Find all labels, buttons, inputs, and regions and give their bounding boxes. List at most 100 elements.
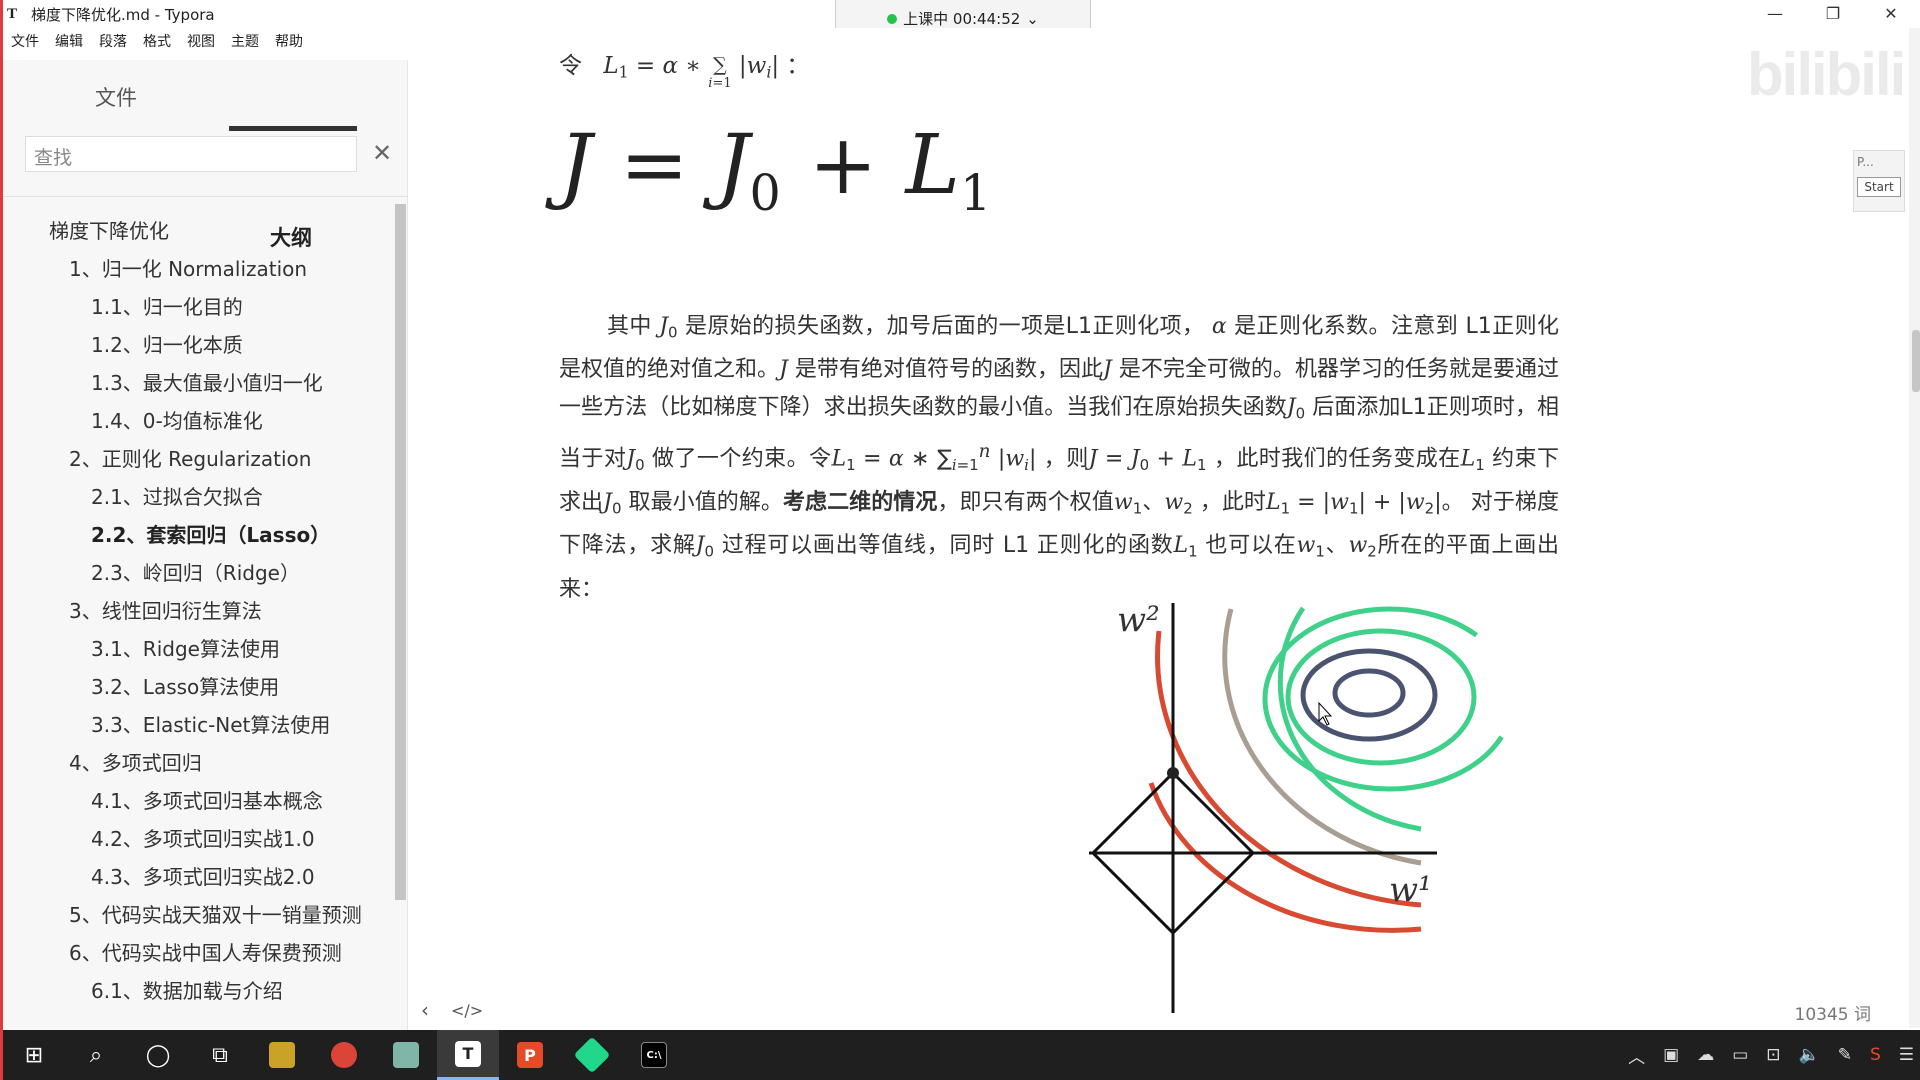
outline-item[interactable]: 1.4、0-均值标准化 <box>3 402 393 440</box>
outline-item[interactable]: 4.2、多项式回归实战1.0 <box>3 820 393 858</box>
para-text: ，此时我们的任务变成在 <box>1213 446 1461 472</box>
cortana-icon[interactable]: ◯ <box>127 1030 189 1080</box>
search-icon[interactable]: ⌕ <box>65 1030 127 1080</box>
typora-taskbar-icon[interactable]: T <box>437 1030 499 1080</box>
battery-icon[interactable]: ▭ <box>1723 1045 1757 1065</box>
x-axis-label: w¹ <box>1389 870 1432 910</box>
menu-paragraph[interactable]: 段落 <box>91 30 135 54</box>
tab-files[interactable]: 文件 <box>95 82 137 112</box>
outline-item[interactable]: 1.1、归一化目的 <box>3 288 393 326</box>
chrome-icon[interactable] <box>313 1030 375 1080</box>
timer-label: 上课中 00:44:52 <box>903 10 1021 28</box>
start-button[interactable]: Start <box>1857 177 1901 197</box>
para-text: ，即只有两个权值 <box>937 489 1114 515</box>
sidebar-tabs: 文件 大纲 <box>3 70 408 250</box>
notifications-icon[interactable]: ☰ <box>1890 1045 1920 1065</box>
windows-taskbar: ⊞ ⌕ ◯ ⧉ T P C:\ ︿ ▣ ☁ ▭ ⊡ 🔈 ✎ S ☰ <box>3 1030 1920 1080</box>
paint-app-icon[interactable] <box>375 1030 437 1080</box>
menu-file[interactable]: 文件 <box>3 30 47 54</box>
minimize-icon[interactable]: — <box>1746 0 1804 28</box>
ime-icon[interactable]: S <box>1861 1045 1890 1065</box>
window-controls: — ❐ ✕ <box>1746 0 1920 28</box>
top-formula: 令 L1 = α ∗ ∑ i=1 |wi| ： <box>559 46 809 92</box>
outline-item[interactable]: 1.3、最大值最小值归一化 <box>3 364 393 402</box>
sidebar: 文件 大纲 查找 ✕ 梯度下降优化 1、归一化 Normalization 1.1、… <box>3 60 408 1030</box>
outline-item[interactable]: 3.2、Lasso算法使用 <box>3 668 393 706</box>
menu-view[interactable]: 视图 <box>179 30 223 54</box>
word-count[interactable]: 10345 词 <box>1795 1000 1871 1025</box>
para-text: 是带有绝对值符号的函数，因此 <box>794 357 1103 383</box>
formula-suffix: ： <box>786 53 810 79</box>
outline-item[interactable]: 4.1、多项式回归基本概念 <box>3 782 393 820</box>
close-icon[interactable]: ✕ <box>369 136 395 172</box>
menu-format[interactable]: 格式 <box>135 30 179 54</box>
outline-item[interactable]: 1.2、归一化本质 <box>3 326 393 364</box>
mouse-cursor-icon <box>1318 701 1333 726</box>
para-text: 过程可以画出等值线，同时 L1 正则化的函数 <box>721 533 1174 559</box>
recording-widget: P... Start <box>1853 150 1905 212</box>
outline-item[interactable]: 1、归一化 Normalization <box>3 250 393 288</box>
outline-item[interactable]: 6.1、数据加载与介绍 <box>3 972 393 1010</box>
pen-icon[interactable]: ✎ <box>1829 1045 1861 1065</box>
contour-green-outer <box>1277 606 1422 832</box>
contour-navy-inner <box>1332 668 1406 718</box>
menu-edit[interactable]: 编辑 <box>47 30 91 54</box>
tray-app-icon[interactable]: ▣ <box>1654 1045 1688 1065</box>
l1-contour-figure: w² w¹ <box>1089 600 1509 1013</box>
outline-item[interactable]: 3.3、Elastic-Net算法使用 <box>3 706 393 744</box>
outline-item[interactable]: 2、正则化 Regularization <box>3 440 393 478</box>
sidebar-scrollbar[interactable] <box>395 204 406 900</box>
formula-prefix: 令 <box>559 53 582 79</box>
explanation-paragraph: 其中 J0 是原始的损失函数，加号后面的一项是L1正则化项， α 是正则化系数。… <box>559 314 1560 602</box>
recording-dot-icon <box>887 13 898 24</box>
outline-item[interactable]: 6、代码实战中国人寿保费预测 <box>3 934 393 972</box>
system-tray: ︿ ▣ ☁ ▭ ⊡ 🔈 ✎ S ☰ <box>1619 1030 1920 1080</box>
editor-scrollbar[interactable] <box>1909 28 1920 1028</box>
volume-icon[interactable]: 🔈 <box>1790 1045 1829 1065</box>
outline-list: 梯度下降优化 1、归一化 Normalization 1.1、归一化目的 1.2、归一… <box>3 212 393 1010</box>
para-text: ，则 <box>1043 446 1089 472</box>
window-title: 梯度下降优化.md - Typora <box>31 5 215 24</box>
chevron-down-icon: ⌄ <box>1026 9 1039 28</box>
bold-text: 考虑二维的情况 <box>782 489 938 515</box>
windows-start-icon[interactable]: ⊞ <box>3 1030 65 1080</box>
para-text: 取最小值的解。 <box>628 489 783 515</box>
file-explorer-icon[interactable] <box>251 1030 313 1080</box>
terminal-icon[interactable]: C:\ <box>623 1030 685 1080</box>
editor-scroll-thumb[interactable] <box>1912 330 1920 392</box>
outline-item[interactable]: 4.3、多项式回归实战2.0 <box>3 858 393 896</box>
restore-icon[interactable]: ❐ <box>1804 0 1862 28</box>
outline-item[interactable]: 3、线性回归衍生算法 <box>3 592 393 630</box>
para-text: 做了一个约束。令 <box>652 446 832 472</box>
outline-item[interactable]: 2.1、过拟合欠拟合 <box>3 478 393 516</box>
close-icon[interactable]: ✕ <box>1862 0 1920 28</box>
typora-app-icon: T <box>7 5 18 22</box>
pycharm-icon[interactable] <box>561 1030 623 1080</box>
outline-item[interactable]: 梯度下降优化 <box>3 212 393 250</box>
active-tab-indicator <box>229 126 357 131</box>
widget-p-label: P... <box>1857 155 1874 169</box>
pdf-app-icon[interactable]: P <box>499 1030 561 1080</box>
tangent-point <box>1167 767 1179 779</box>
main-equation: J = J0 + L1 <box>559 118 992 223</box>
editor-pane[interactable]: 令 L1 = α ∗ ∑ i=1 |wi| ： J = J0 + L1 其中 J0 是原始… <box>409 28 1920 1030</box>
chevron-up-icon[interactable]: ︿ <box>1619 1043 1654 1068</box>
outline-item[interactable]: 3.1、Ridge算法使用 <box>3 630 393 668</box>
outline-item[interactable]: 2.2、套索回归（Lasso） <box>3 516 393 554</box>
outline-item[interactable]: 4、多项式回归 <box>3 744 393 782</box>
editor-status-left: ‹ </> <box>421 998 483 1022</box>
task-view-icon[interactable]: ⧉ <box>189 1030 251 1080</box>
para-text: 其中 <box>607 314 652 339</box>
outline-item[interactable]: 2.3、岭回归（Ridge） <box>3 554 393 592</box>
menu-help[interactable]: 帮助 <box>267 30 311 54</box>
chevron-left-icon[interactable]: ‹ <box>421 998 429 1022</box>
l1-definition: L1 = α ∗ ∑ i=1 |wi| <box>603 53 780 91</box>
onedrive-icon[interactable]: ☁ <box>1688 1045 1723 1065</box>
source-code-icon[interactable]: </> <box>451 1001 483 1022</box>
menu-theme[interactable]: 主题 <box>223 30 267 54</box>
network-icon[interactable]: ⊡ <box>1757 1045 1789 1065</box>
outline-search-input[interactable]: 查找 <box>25 136 357 172</box>
outline-item[interactable]: 5、代码实战天猫双十一销量预测 <box>3 896 363 934</box>
contour-navy-outer <box>1300 648 1438 742</box>
para-text: 也可以在 <box>1205 533 1297 559</box>
